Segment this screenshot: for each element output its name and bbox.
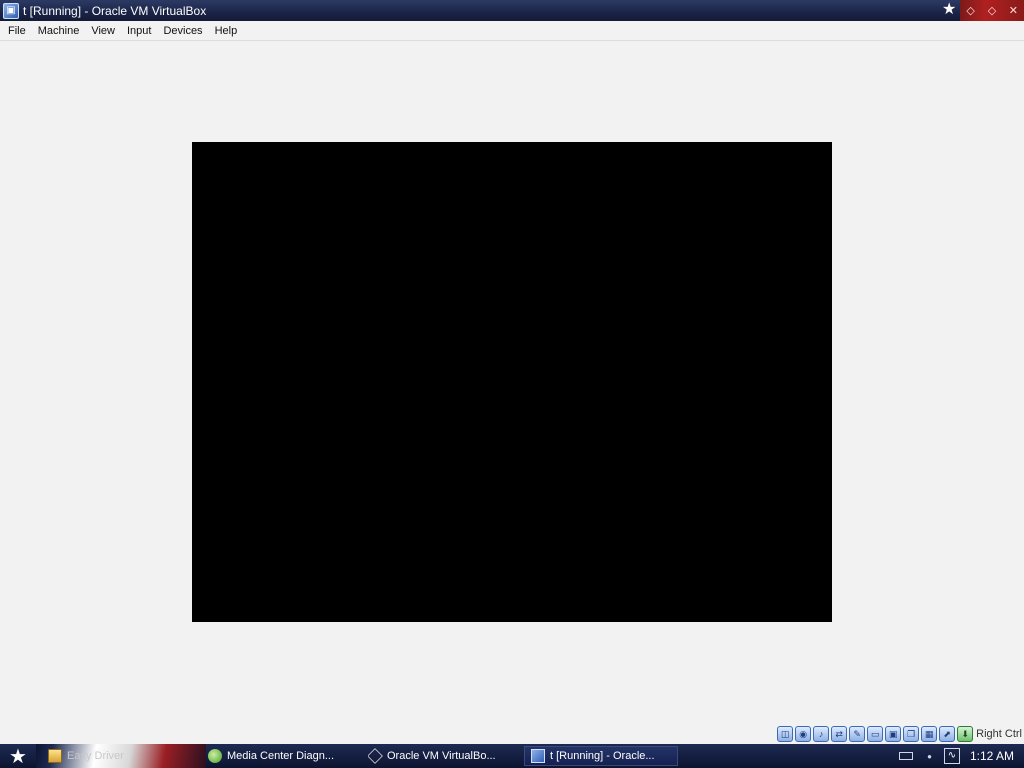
- tray-dot-icon[interactable]: ●: [927, 752, 932, 761]
- window-controls: ◇ ◇ ✕: [960, 0, 1024, 21]
- taskbar-item-label: t [Running] - Oracle...: [550, 750, 655, 762]
- keyboard-capture-icon[interactable]: ⬇: [957, 726, 974, 742]
- menu-machine[interactable]: Machine: [32, 21, 86, 41]
- keyboard-icon[interactable]: [899, 752, 914, 760]
- menu-view[interactable]: View: [85, 21, 121, 41]
- usb-icon[interactable]: ✎: [849, 726, 866, 742]
- start-button[interactable]: ★: [0, 744, 36, 768]
- audio-icon[interactable]: ♪: [813, 726, 830, 742]
- star-icon[interactable]: ★: [942, 1, 956, 19]
- close-button[interactable]: ✕: [1006, 4, 1020, 18]
- menu-bar: File Machine View Input Devices Help: [0, 21, 1024, 41]
- taskbar-item-easy-driver[interactable]: Easy Driver: [48, 746, 198, 766]
- menu-help[interactable]: Help: [209, 21, 244, 41]
- hard-disk-icon[interactable]: ◫: [777, 726, 794, 742]
- taskbar-item-vm-running[interactable]: t [Running] - Oracle...: [524, 746, 678, 766]
- taskbar-item-label: Media Center Diagn...: [227, 750, 334, 762]
- network-icon[interactable]: ⇄: [831, 726, 848, 742]
- display-icon[interactable]: ▣: [885, 726, 902, 742]
- menu-devices[interactable]: Devices: [157, 21, 208, 41]
- virtualbox-cube-icon: [368, 748, 383, 764]
- menu-file[interactable]: File: [2, 21, 32, 41]
- host-key-label: Right Ctrl: [976, 728, 1022, 740]
- taskbar-item-virtualbox-manager[interactable]: Oracle VM VirtualBo...: [368, 746, 518, 766]
- cpu-icon[interactable]: ▦: [921, 726, 938, 742]
- activity-monitor-icon[interactable]: ∿: [943, 748, 960, 764]
- folder-icon: [48, 749, 62, 763]
- minimize-button[interactable]: ◇: [964, 4, 978, 18]
- optical-drive-icon[interactable]: ◉: [795, 726, 812, 742]
- vm-screen[interactable]: [192, 142, 832, 622]
- vm-display-area: [0, 41, 1024, 726]
- diagnostics-icon: [208, 749, 222, 763]
- virtualbox-app-icon: [531, 749, 545, 763]
- taskbar-item-media-center[interactable]: Media Center Diagn...: [208, 746, 358, 766]
- taskbar-item-label: Easy Driver: [67, 750, 124, 762]
- clock[interactable]: 1:12 AM: [970, 749, 1014, 763]
- window-titlebar[interactable]: ▣ t [Running] - Oracle VM VirtualBox ★ ◇…: [0, 0, 1024, 21]
- mouse-integration-icon[interactable]: ⬈: [939, 726, 956, 742]
- system-tray: ● ∿ 1:12 AM: [884, 744, 1024, 768]
- window-title: t [Running] - Oracle VM VirtualBox: [23, 3, 207, 18]
- video-capture-icon[interactable]: ❐: [903, 726, 920, 742]
- status-bar: ◫ ◉ ♪ ⇄ ✎ ▭ ▣ ❐ ▦ ⬈ ⬇ Right Ctrl: [0, 724, 1024, 744]
- virtualbox-app-icon[interactable]: ▣: [3, 2, 19, 19]
- menu-input[interactable]: Input: [121, 21, 157, 41]
- maximize-button[interactable]: ◇: [985, 4, 999, 18]
- taskbar-item-label: Oracle VM VirtualBo...: [387, 750, 496, 762]
- shared-folders-icon[interactable]: ▭: [867, 726, 884, 742]
- taskbar: ★ Easy Driver Media Center Diagn... Orac…: [0, 744, 1024, 768]
